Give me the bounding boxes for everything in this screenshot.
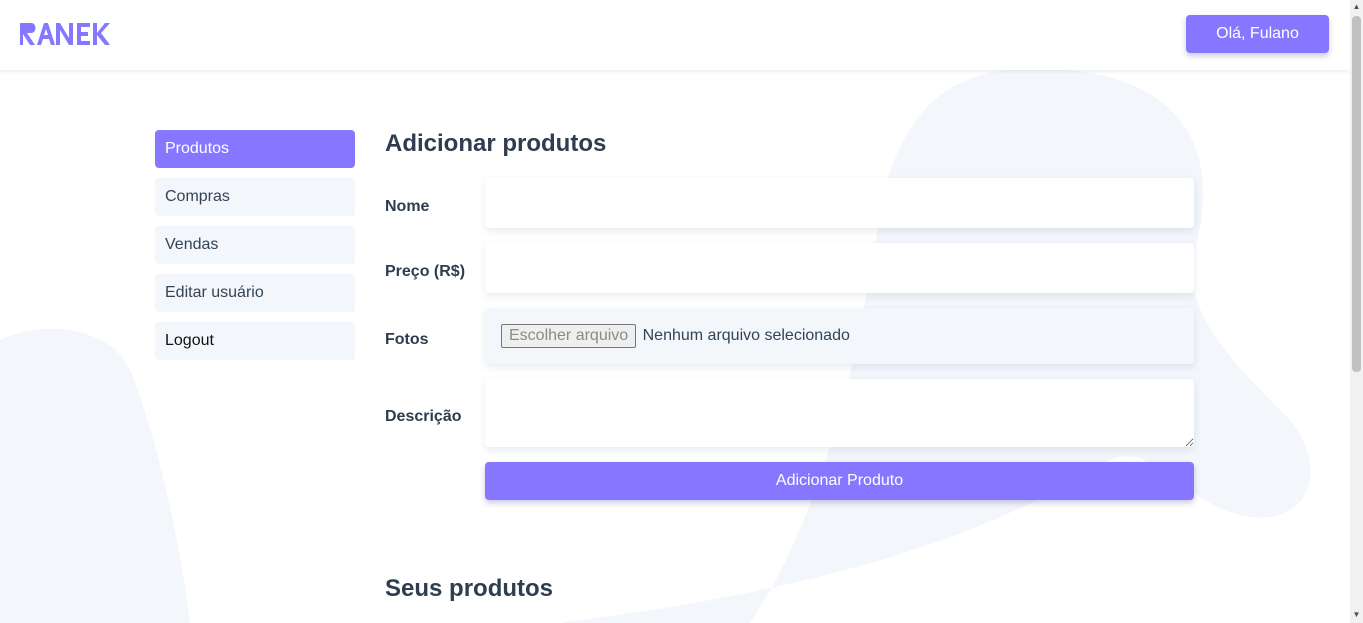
nome-input[interactable] (485, 178, 1194, 228)
scroll-up-arrow-icon[interactable]: ▲ (1352, 2, 1361, 12)
fotos-label: Fotos (385, 331, 429, 348)
file-status-text: Nenhum arquivo selecionado (642, 327, 850, 344)
descricao-textarea[interactable] (485, 379, 1194, 447)
top-header: Olá, Fulano (0, 0, 1350, 70)
scroll-down-arrow-icon[interactable]: ▼ (1352, 610, 1361, 620)
page-scrollbar[interactable]: ▲ ▼ (1350, 0, 1363, 623)
preco-label: Preço (R$) (385, 263, 466, 280)
sidebar-item-produtos[interactable]: Produtos (155, 130, 355, 168)
descricao-label: Descrição (385, 408, 462, 425)
fotos-file-input: Escolher arquivo Nenhum arquivo selecion… (485, 308, 1194, 364)
sidebar-item-logout[interactable]: Logout (155, 322, 355, 360)
sidebar-item-editar-usuario[interactable]: Editar usuário (155, 274, 355, 312)
user-greeting-button[interactable]: Olá, Fulano (1186, 15, 1329, 53)
add-products-title: Adicionar produtos (385, 130, 607, 157)
account-sidebar: Produtos Compras Vendas Editar usuário L… (155, 130, 355, 370)
sidebar-item-compras[interactable]: Compras (155, 178, 355, 216)
nome-label: Nome (385, 198, 430, 215)
your-products-title: Seus produtos (385, 575, 554, 602)
choose-file-button[interactable]: Escolher arquivo (501, 324, 637, 348)
add-product-button[interactable]: Adicionar Produto (485, 462, 1194, 500)
scroll-thumb[interactable] (1352, 16, 1361, 372)
preco-input[interactable] (485, 243, 1194, 293)
ranek-logo[interactable] (20, 20, 112, 48)
sidebar-item-vendas[interactable]: Vendas (155, 226, 355, 264)
